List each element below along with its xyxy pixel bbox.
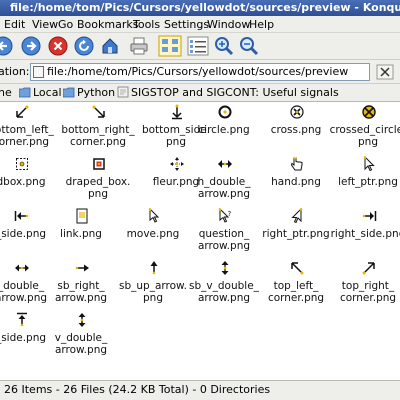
- crossed-circle-cursor-icon: [362, 105, 376, 119]
- file-item[interactable]: top_right_ corner.png: [330, 260, 400, 312]
- bookmark-label: Local: [33, 86, 62, 99]
- menu-tools[interactable]: Tools: [133, 17, 160, 32]
- cross-cursor-icon: [290, 105, 304, 119]
- file-item[interactable]: h_double_ arrow.png: [186, 156, 262, 208]
- v-double-arrow-cursor-icon: [78, 313, 86, 327]
- menubar: Edit View Go Bookmarks Tools Settings Wi…: [0, 16, 400, 33]
- zoom-out-icon[interactable]: [238, 35, 260, 57]
- zoom-in-icon[interactable]: [213, 35, 235, 57]
- left-ptr-cursor-icon: [363, 156, 375, 172]
- menu-window[interactable]: Window: [207, 17, 250, 32]
- arrow-down-cursor-icon: [172, 104, 182, 120]
- draped-box-cursor-icon: [93, 158, 105, 170]
- location-input[interactable]: file:/home/tom/Pics/Cursors/yellowdot/so…: [30, 63, 370, 81]
- menu-go[interactable]: Go: [58, 17, 73, 32]
- folder-icon: [63, 87, 75, 98]
- menu-bookmarks[interactable]: Bookmarks: [77, 17, 138, 32]
- status-bar: 26 Items - 26 Files (24.2 KB Total) - 0 …: [0, 380, 400, 400]
- svg-text:?: ?: [228, 210, 232, 218]
- hand-cursor-icon: [290, 157, 303, 171]
- window-title: file:/home/tom/Pics/Cursors/yellowdot/so…: [0, 0, 400, 16]
- file-name: draped_box. png: [65, 176, 131, 200]
- dotbox-cursor-icon: [16, 158, 28, 170]
- file-name: v_double_ arrow.png: [54, 332, 108, 356]
- menu-settings[interactable]: Settings: [164, 17, 209, 32]
- file-name: right_side.png: [330, 228, 400, 240]
- file-item[interactable]: top_left_ corner.png: [258, 260, 334, 312]
- bookmark-python[interactable]: Python: [63, 85, 115, 101]
- bookmark-label: Python: [77, 86, 116, 99]
- top-side-cursor-icon: [17, 312, 27, 327]
- move-cursor-icon: [148, 208, 160, 223]
- sb-right-arrow-cursor-icon: [75, 264, 89, 272]
- bookmark-sigstop[interactable]: SIGSTOP and SIGCONT: Useful signals: [117, 85, 339, 101]
- file-item[interactable]: right_side.png: [330, 208, 400, 260]
- file-item[interactable]: crossed_circle. png: [330, 104, 400, 156]
- back-icon[interactable]: [0, 35, 14, 57]
- bookmark-home[interactable]: ne: [0, 85, 12, 101]
- menu-view[interactable]: View: [32, 17, 58, 32]
- file-icon-view: bottom_left_ corner.png bottom_right_ co…: [0, 103, 400, 378]
- file-item[interactable]: dbox.png: [0, 156, 59, 208]
- location-label: ation:: [0, 65, 30, 78]
- forward-icon[interactable]: [20, 35, 42, 57]
- file-item[interactable]: circle.png: [186, 104, 262, 156]
- file-item[interactable]: bottom_left_ corner.png: [0, 104, 59, 156]
- top-left-corner-cursor-icon: [291, 262, 304, 275]
- h-double-arrow-cursor-icon: [218, 160, 232, 168]
- menu-edit[interactable]: Edit: [4, 17, 25, 32]
- file-item[interactable]: right_ptr.png: [258, 208, 334, 260]
- left-side-cursor-icon: [14, 211, 29, 221]
- file-item[interactable]: draped_box. png: [60, 156, 136, 208]
- bookmarks-toolbar: ne Local Python SIGSTOP and SIGCONT: Use…: [0, 84, 400, 102]
- top-right-corner-cursor-icon: [362, 262, 375, 275]
- stop-icon[interactable]: [47, 35, 69, 57]
- print-icon[interactable]: [128, 35, 150, 57]
- file-name: left_ptr.png: [338, 176, 398, 188]
- right-ptr-cursor-icon: [291, 208, 303, 224]
- file-item[interactable]: link.png: [43, 208, 119, 260]
- question-arrow-cursor-icon: ?: [218, 208, 232, 223]
- bookmark-label: ne: [0, 86, 12, 99]
- detail-view-icon[interactable]: [186, 35, 210, 57]
- file-item[interactable]: hand.png: [258, 156, 334, 208]
- bookmark-label: SIGSTOP and SIGCONT: Useful signals: [131, 86, 339, 99]
- right-side-cursor-icon: [362, 211, 377, 221]
- arrow-bottom-left-cursor-icon: [16, 105, 29, 118]
- sb-h-double-arrow-cursor-icon: [15, 264, 29, 272]
- file-item[interactable]: sb_v_double_ arrow.png: [186, 260, 262, 312]
- link-cursor-icon: [76, 208, 88, 224]
- file-name: crossed_circle. png: [329, 124, 400, 148]
- file-name: bottom_right_ corner.png: [61, 124, 135, 148]
- location-value: file:/home/tom/Pics/Cursors/yellowdot/so…: [47, 65, 349, 78]
- file-item[interactable]: ? question_ arrow.png: [186, 208, 262, 260]
- reload-icon[interactable]: [73, 35, 95, 57]
- fleur-cursor-icon: [170, 157, 184, 171]
- file-item[interactable]: left_ptr.png: [330, 156, 400, 208]
- file-item[interactable]: v_double_ arrow.png: [43, 312, 119, 364]
- file-name: top_right_ corner.png: [339, 280, 397, 304]
- sb-v-double-arrow-cursor-icon: [221, 261, 229, 275]
- clear-location-icon[interactable]: [376, 64, 394, 80]
- sb-up-arrow-cursor-icon: [150, 261, 158, 275]
- file-icon: [33, 66, 44, 78]
- main-toolbar: [0, 33, 400, 60]
- file-item[interactable]: sb_right_ arrow.png: [43, 260, 119, 312]
- menu-help[interactable]: Help: [249, 17, 274, 32]
- circle-cursor-icon: [218, 105, 232, 119]
- arrow-bottom-right-cursor-icon: [92, 105, 105, 118]
- bookmark-icon: [117, 86, 129, 98]
- icon-view-icon[interactable]: [158, 35, 182, 57]
- location-bar: ation: file:/home/tom/Pics/Cursors/yello…: [0, 60, 400, 84]
- folder-icon: [19, 87, 31, 98]
- bookmark-local[interactable]: Local: [19, 85, 62, 101]
- home-icon[interactable]: [99, 35, 121, 57]
- file-item[interactable]: bottom_right_ corner.png: [60, 104, 136, 156]
- file-item[interactable]: cross.png: [258, 104, 334, 156]
